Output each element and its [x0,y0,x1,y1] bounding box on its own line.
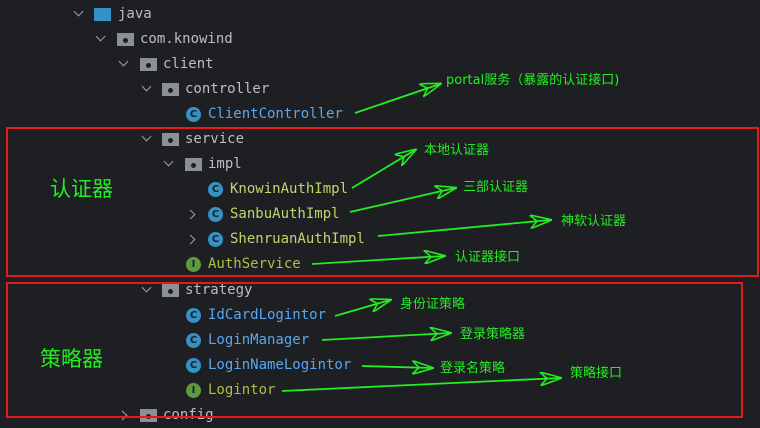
arrow-strategy-interface [281,378,560,392]
annotation-portal: portal服务（暴露的认证接口) [446,73,620,88]
annotation-local-auth: 本地认证器 [424,143,490,158]
arrow-login-manager [321,333,450,340]
annotation-strategy-interface: 策略接口 [570,366,623,381]
annotation-arrows [281,0,760,392]
arrow-auth-interface [311,256,444,265]
annotation-sanbu-auth: 三部认证器 [463,180,529,195]
arrow-idcard [334,300,390,317]
arrow-shenruan-auth [377,220,550,237]
arrow-portal [354,84,440,114]
annotation-idcard-strategy: 身份证策略 [400,297,466,312]
annotation-shenruan-auth: 神软认证器 [561,214,627,229]
annotation-auth-interface: 认证器接口 [455,250,521,265]
arrow-login-name [361,366,432,368]
annotation-login-name-strategy: 登录名策略 [440,361,506,376]
arrow-local-auth [351,150,415,189]
annotation-login-strategy: 登录策略器 [460,327,526,342]
arrow-sanbu-auth [349,188,455,213]
